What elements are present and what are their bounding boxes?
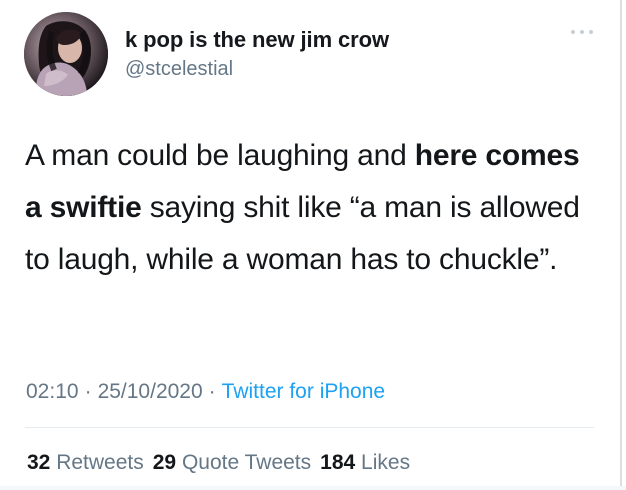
tweet-meta: 02:10 · 25/10/2020 · Twitter for iPhone <box>26 380 385 404</box>
retweets-stat[interactable]: 32 Retweets <box>27 451 144 474</box>
quote-tweets-count: 29 <box>152 451 177 474</box>
right-edge-rule <box>620 0 622 490</box>
author-display-name[interactable]: k pop is the new jim crow <box>125 27 389 53</box>
avatar-photo-icon <box>24 12 108 96</box>
tweet-text-segment: A man could be laughing and <box>25 139 415 172</box>
meta-separator: · <box>84 380 92 403</box>
retweets-label: Retweets <box>56 451 144 474</box>
tweet-text: A man could be laughing and here comes a… <box>25 130 595 286</box>
tweet-stats: 32 Retweets 29 Quote Tweets 184 Likes <box>27 451 419 475</box>
quote-tweets-label: Quote Tweets <box>181 451 312 474</box>
likes-label: Likes <box>361 451 411 474</box>
meta-separator: · <box>208 380 216 403</box>
stats-divider <box>25 427 594 428</box>
tweet-card: k pop is the new jim crow @stcelestial A… <box>0 0 626 490</box>
quote-tweets-stat[interactable]: 29 Quote Tweets <box>153 451 311 474</box>
bottom-strip <box>0 486 626 490</box>
likes-stat[interactable]: 184 Likes <box>320 451 410 474</box>
tweet-time[interactable]: 02:10 <box>26 380 79 403</box>
likes-count: 184 <box>320 451 356 474</box>
more-dots-icon[interactable] <box>569 27 595 37</box>
tweet-source-link[interactable]: Twitter for iPhone <box>222 380 385 403</box>
tweet-date[interactable]: 25/10/2020 <box>98 380 203 403</box>
profile-avatar[interactable] <box>24 12 108 96</box>
author-handle[interactable]: @stcelestial <box>125 58 233 81</box>
retweets-count: 32 <box>27 451 51 474</box>
